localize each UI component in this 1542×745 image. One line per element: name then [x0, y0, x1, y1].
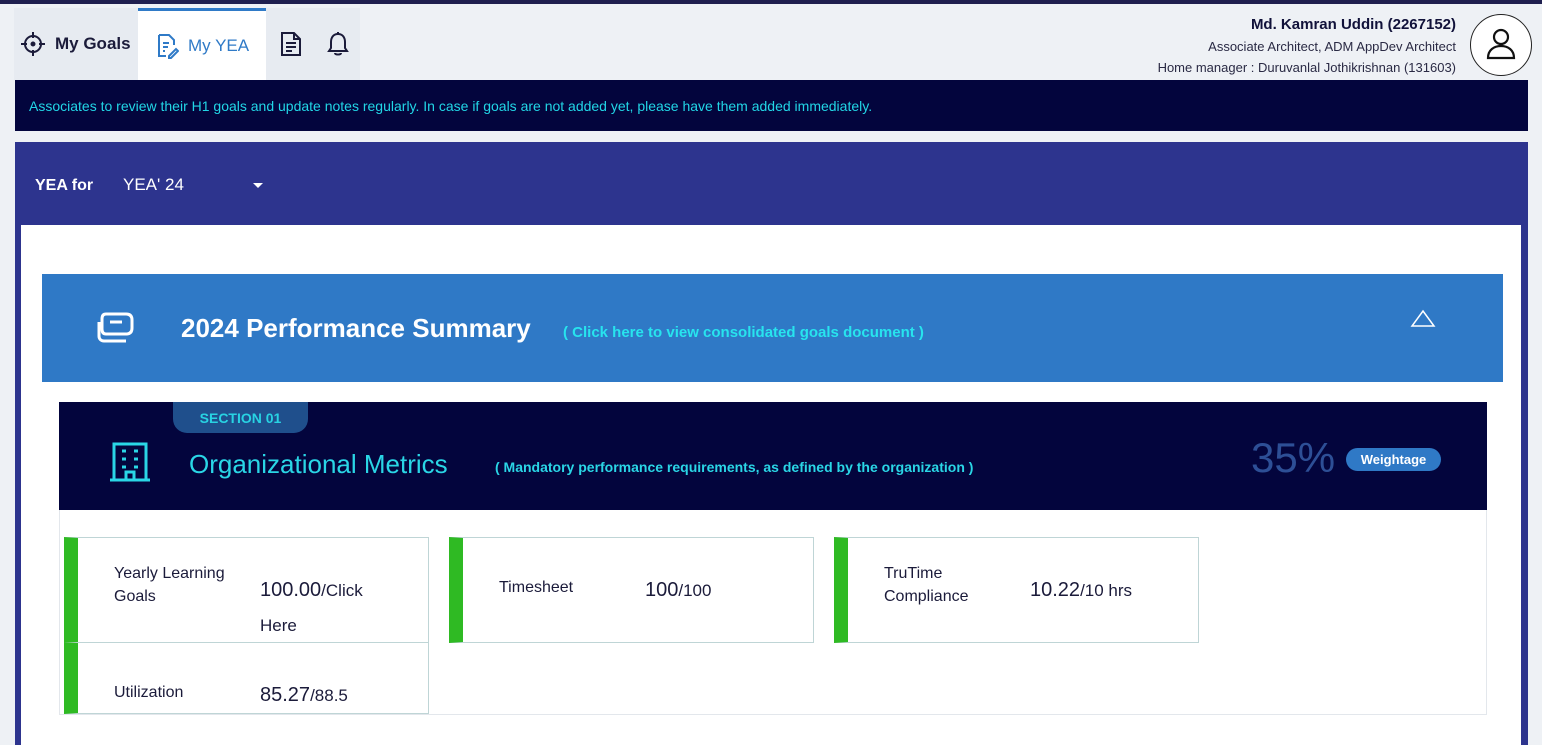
user-icon: [1484, 26, 1518, 65]
tab-bar: My Goals My YEA: [14, 8, 360, 80]
tab-my-goals[interactable]: My Goals: [14, 8, 138, 80]
metric-value-number: 10.22: [1030, 579, 1081, 601]
collapse-triangle-icon[interactable]: [1410, 308, 1436, 335]
notice-banner: Associates to review their H1 goals and …: [15, 80, 1528, 131]
metric-value: 100.00/Click Here: [260, 573, 363, 643]
metric-value-target: /10 hrs: [1080, 581, 1133, 600]
user-role: Associate Architect, ADM AppDev Architec…: [1208, 39, 1456, 54]
metrics-grid: Yearly Learning Goals 100.00/Click Here …: [59, 510, 1487, 715]
section-subtitle: ( Mandatory performance requirements, as…: [495, 459, 974, 475]
metric-label: Yearly Learning Goals: [114, 562, 225, 608]
metric-label-line2: Goals: [114, 588, 156, 605]
metric-value: 85.27/88.5: [260, 678, 348, 713]
yea-for-label: YEA for: [35, 177, 94, 194]
metric-value: 10.22/10 hrs: [1030, 573, 1132, 608]
metric-value-target: /100: [678, 581, 712, 600]
metric-label-line2: Compliance: [884, 588, 969, 605]
summary-stack-icon: [96, 310, 138, 349]
metric-label-line1: TruTime: [884, 565, 943, 582]
performance-summary-header[interactable]: 2024 Performance Summary ( Click here to…: [42, 274, 1503, 382]
metric-timesheet[interactable]: Timesheet 100/100: [449, 537, 814, 643]
crosshair-icon: [20, 31, 46, 57]
metric-yearly-learning[interactable]: Yearly Learning Goals 100.00/Click Here: [64, 537, 429, 644]
yea-panel: YEA for YEA' 24 2024 Performance Summary…: [15, 142, 1528, 745]
weightage-badge: Weightage: [1346, 448, 1441, 471]
click-here-link-cont[interactable]: Here: [260, 616, 297, 635]
weightage-percent: 35%: [1251, 434, 1336, 481]
section-badge: SECTION 01: [173, 402, 308, 433]
metric-label: Timesheet: [499, 579, 574, 596]
building-icon: [108, 440, 152, 489]
document-edit-icon: [155, 33, 179, 59]
tab-my-yea[interactable]: My YEA: [138, 8, 266, 80]
metric-value-number: 85.27: [260, 684, 311, 706]
home-manager: Home manager : Duruvanlal Jothikrishnan …: [1157, 60, 1456, 75]
metric-trutime-compliance[interactable]: TruTime Compliance 10.22/10 hrs: [834, 537, 1199, 643]
consolidated-goals-link[interactable]: ( Click here to view consolidated goals …: [563, 324, 924, 341]
document-icon: [280, 31, 302, 57]
content-card: 2024 Performance Summary ( Click here to…: [21, 225, 1521, 745]
tab-documents[interactable]: [266, 8, 316, 80]
section-title: Organizational Metrics: [189, 449, 448, 479]
yea-year-select[interactable]: YEA' 24: [123, 174, 263, 196]
tab-notifications[interactable]: [316, 8, 360, 80]
user-name: Md. Kamran Uddin (2267152): [1250, 16, 1456, 33]
click-here-link[interactable]: /Click: [321, 581, 363, 600]
metric-value-number: 100.00: [260, 579, 322, 601]
bell-icon: [327, 31, 349, 57]
metric-value-number: 100: [645, 579, 679, 601]
top-border: [0, 0, 1542, 4]
metric-value-target: /88.5: [310, 686, 348, 705]
tab-my-yea-label: My YEA: [188, 35, 250, 55]
metric-label-line1: Yearly Learning: [114, 565, 225, 582]
summary-title: 2024 Performance Summary: [181, 313, 531, 343]
metric-utilization[interactable]: Utilization 85.27/88.5: [64, 642, 429, 714]
avatar[interactable]: [1470, 14, 1532, 76]
user-info: Md. Kamran Uddin (2267152) Associate Arc…: [1158, 16, 1456, 75]
yea-selected-value: YEA' 24: [123, 175, 184, 194]
tab-my-goals-label: My Goals: [55, 34, 131, 53]
metric-label: TruTime Compliance: [884, 562, 968, 608]
organizational-metrics-section: SECTION 01 Organizational Metrics ( Mand…: [59, 402, 1487, 510]
metric-value: 100/100: [645, 573, 711, 608]
metric-label: Utilization: [114, 684, 184, 701]
chevron-down-icon: [253, 183, 263, 188]
notice-text: Associates to review their H1 goals and …: [29, 97, 873, 114]
